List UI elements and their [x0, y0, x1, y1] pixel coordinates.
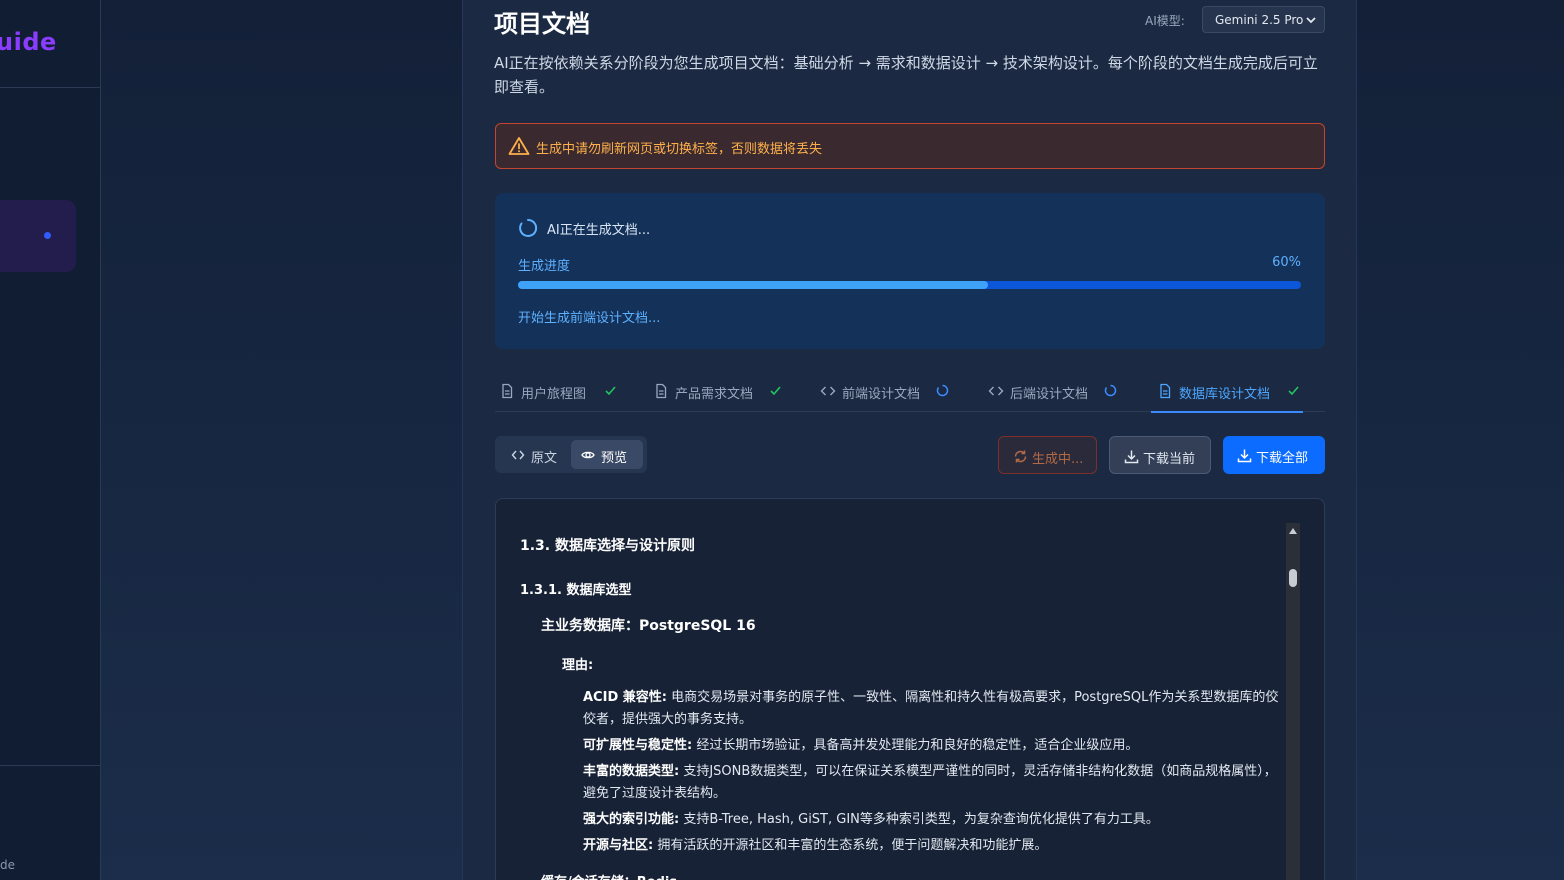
doc-heading-1-3-1: 1.3.1. 数据库选型: [520, 583, 632, 598]
brand-logo-text[interactable]: uide: [0, 28, 57, 56]
doc-cache-db: 缓存/会话存储：Redis: [541, 871, 677, 880]
progress-bar-fill: [518, 281, 988, 289]
tab-label: 后端设计文档: [1010, 387, 1089, 402]
scrollbar[interactable]: [1286, 523, 1300, 880]
document-tabs: 用户旅程图 产品需求文档 前端设计文档 后端设计文档 数据库设计文档: [495, 372, 1325, 413]
tab-label: 产品需求文档: [675, 387, 754, 402]
reason-key: 丰富的数据类型:: [583, 764, 680, 779]
sidebar-footer-text[interactable]: de: [0, 858, 15, 872]
active-dot-icon: [44, 232, 51, 239]
background-right: [1357, 0, 1564, 880]
download-icon: [1124, 450, 1139, 464]
reason-text: 支持JSONB数据类型，可以在保证关系模型严谨性的同时，灵活存储非结构化数据（如…: [583, 764, 1277, 801]
file-icon: [1160, 383, 1171, 399]
background-left: [101, 0, 462, 880]
scroll-up-arrow-icon[interactable]: [1289, 528, 1297, 534]
code-icon: [988, 386, 1004, 396]
doc-reason-item: 可扩展性与稳定性: 经过长期市场验证，具备高并发处理能力和良好的稳定性，适合企业…: [583, 735, 1283, 757]
reason-key: 开源与社区:: [583, 838, 654, 853]
eye-icon: [581, 451, 595, 459]
sidebar-item-active[interactable]: [0, 200, 76, 272]
tab-backend-design[interactable]: 后端设计文档: [988, 372, 1128, 412]
refresh-icon: [1014, 450, 1027, 463]
raw-view-label: 原文: [531, 451, 558, 466]
reason-text: 支持B-Tree, Hash, GiST, GIN等多种索引类型，为复杂查询优化…: [679, 812, 1159, 827]
page-title: 项目文档: [494, 10, 590, 38]
chevron-down-icon: [1306, 17, 1316, 24]
progress-step-text: 开始生成前端设计文档...: [518, 311, 661, 326]
generating-label: 生成中...: [1032, 452, 1084, 467]
doc-reason-item: 开源与社区: 拥有活跃的开源社区和丰富的生态系统，便于问题解决和功能扩展。: [583, 835, 1283, 857]
download-icon: [1237, 449, 1252, 463]
file-icon: [656, 383, 667, 399]
warning-text: 生成中请勿刷新网页或切换标签，否则数据将丢失: [536, 142, 823, 157]
doc-reason-item: ACID 兼容性: 电商交易场景对事务的原子性、一致性、隔离性和持久性有极高要求…: [583, 687, 1283, 731]
tab-user-journey[interactable]: 用户旅程图: [499, 372, 619, 412]
generating-button[interactable]: 生成中...: [998, 436, 1097, 474]
reason-key: 可扩展性与稳定性:: [583, 738, 693, 753]
preview-view-button[interactable]: 预览: [571, 440, 643, 469]
doc-reason-item: 丰富的数据类型: 支持JSONB数据类型，可以在保证关系模型严谨性的同时，灵活存…: [583, 761, 1283, 805]
reason-key: ACID 兼容性:: [583, 690, 667, 705]
model-label: AI模型:: [1145, 14, 1185, 28]
reason-text: 电商交易场景对事务的原子性、一致性、隔离性和持久性有极高要求，PostgreSQ…: [583, 690, 1279, 727]
check-icon: [1288, 386, 1299, 396]
progress-card: AI正在生成文档... 生成进度 60% 开始生成前端设计文档...: [495, 193, 1325, 349]
tab-label: 数据库设计文档: [1179, 387, 1271, 402]
model-select-value: Gemini 2.5 Pro: [1215, 13, 1304, 27]
model-select[interactable]: Gemini 2.5 Pro: [1202, 6, 1325, 33]
tab-product-requirements[interactable]: 产品需求文档: [653, 372, 793, 412]
doc-reason-label: 理由:: [562, 658, 594, 673]
progress-bar: [518, 281, 1301, 289]
sidebar-divider: [0, 765, 100, 766]
check-icon: [770, 386, 781, 396]
download-current-label: 下载当前: [1143, 452, 1196, 467]
code-icon: [820, 386, 836, 396]
document-preview[interactable]: 1.3. 数据库选择与设计原则 1.3.1. 数据库选型 主业务数据库：Post…: [495, 498, 1325, 880]
tab-label: 用户旅程图: [521, 387, 587, 402]
sidebar-divider: [0, 87, 100, 88]
progress-label: 生成进度: [518, 259, 571, 274]
loading-spinner-icon: [936, 384, 949, 397]
check-icon: [605, 386, 616, 396]
tab-database-design[interactable]: 数据库设计文档: [1151, 372, 1303, 413]
download-all-label: 下载全部: [1256, 451, 1309, 466]
scroll-thumb[interactable]: [1289, 569, 1297, 587]
loading-spinner-icon: [1104, 384, 1117, 397]
download-all-button[interactable]: 下载全部: [1223, 436, 1325, 474]
progress-percent: 60%: [1272, 255, 1301, 270]
warning-triangle-icon: [508, 137, 530, 155]
tab-label: 前端设计文档: [842, 387, 921, 402]
reason-text: 拥有活跃的开源社区和丰富的生态系统，便于问题解决和功能扩展。: [653, 838, 1048, 853]
raw-view-button[interactable]: 原文: [501, 440, 569, 469]
page-description: AI正在按依赖关系分阶段为您生成项目文档：基础分析 → 需求和数据设计 → 技术…: [494, 54, 1318, 96]
view-mode-toggle: 原文 预览: [495, 436, 647, 473]
preview-view-label: 预览: [601, 451, 628, 466]
sidebar: uide de: [0, 0, 101, 880]
code-icon: [511, 450, 525, 460]
reason-text: 经过长期市场验证，具备高并发处理能力和良好的稳定性，适合企业级应用。: [692, 738, 1139, 753]
doc-reason-item: 强大的索引功能: 支持B-Tree, Hash, GiST, GIN等多种索引类…: [583, 809, 1283, 831]
reason-key: 强大的索引功能:: [583, 812, 680, 827]
tab-frontend-design[interactable]: 前端设计文档: [820, 372, 960, 412]
doc-main-db: 主业务数据库：PostgreSQL 16: [541, 618, 756, 634]
download-current-button[interactable]: 下载当前: [1109, 436, 1211, 474]
spinner-icon: [519, 218, 538, 237]
warning-banner: 生成中请勿刷新网页或切换标签，否则数据将丢失: [495, 123, 1325, 169]
doc-heading-1-3: 1.3. 数据库选择与设计原则: [520, 538, 695, 554]
file-icon: [502, 383, 513, 399]
generation-status-title: AI正在生成文档...: [547, 223, 651, 238]
